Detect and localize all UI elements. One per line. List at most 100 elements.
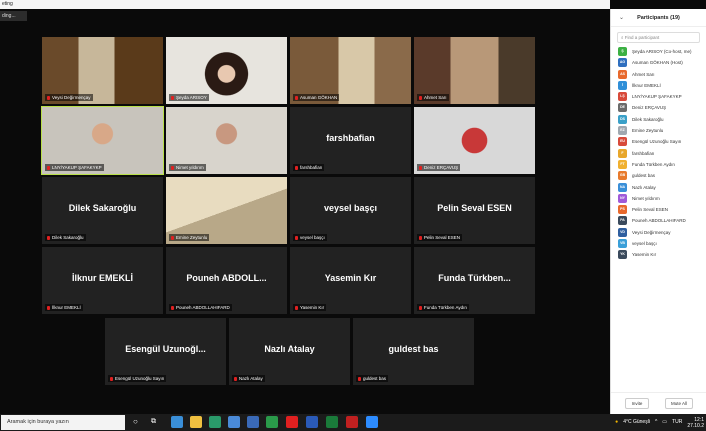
participant-label-text: Şeyda ARISOY — [176, 95, 207, 100]
participant-label-text: Nimet yıldırım — [176, 165, 204, 170]
lang-indicator[interactable]: TUR — [672, 416, 682, 429]
participant-row[interactable]: YK Yasemin Kır — [618, 249, 706, 260]
participant-display-name: Pelin Seval ESEN — [437, 203, 512, 213]
video-tile[interactable]: Pelin Seval ESEN Pelin Seval ESEN — [414, 177, 535, 244]
store-icon[interactable] — [209, 416, 221, 428]
participant-search-input[interactable]: ⌕ Find a participant — [617, 32, 700, 43]
participant-row[interactable]: DE Deniz ERÇAVUŞ — [618, 102, 706, 113]
network-icon[interactable]: ▭ — [662, 416, 667, 429]
video-tile[interactable]: farshbafian farshbafian — [290, 107, 411, 174]
participant-label-text: Yasemin Kır — [300, 305, 325, 310]
participant-row-name: veysel başçı — [632, 241, 657, 247]
chevron-up-icon[interactable]: ^ — [655, 416, 657, 429]
participant-row[interactable]: FT Funda Türkben Aydın — [618, 159, 706, 170]
participant-list: Ş Şeyda ARISOY (Co-host, me) AG Asuman GÖKH… — [611, 46, 706, 261]
participant-row[interactable]: EZ Emine Zeytunlu — [618, 125, 706, 136]
muted-mic-icon — [47, 95, 50, 100]
word-icon[interactable] — [306, 416, 318, 428]
video-tile[interactable]: İlknur EMEKLİ İlknur EMEKLİ — [42, 247, 163, 314]
video-tile[interactable]: Emine Zeytunlu — [166, 177, 287, 244]
avatar: VB — [618, 239, 627, 249]
video-tile[interactable]: Şeyda ARISOY — [166, 37, 287, 104]
acrobat-icon[interactable] — [346, 416, 358, 428]
recording-indicator[interactable]: ding... — [0, 11, 27, 21]
participant-label-text: Esengül Uzunoğlu Sayın — [115, 376, 165, 381]
task-view-icon[interactable]: ⧉ — [151, 416, 163, 428]
muted-mic-icon — [419, 165, 422, 170]
avatar: DE — [618, 103, 627, 113]
video-tile[interactable]: Asuman GÖKHAN — [290, 37, 411, 104]
participant-row[interactable]: Ffarshbafian — [618, 148, 706, 159]
video-tile[interactable]: Esengül Uzunoğl... Esengül Uzunoğlu Sayın — [105, 318, 226, 385]
video-tile[interactable]: Ahmet Sarı — [414, 37, 535, 104]
muted-mic-icon — [47, 165, 50, 170]
muted-mic-icon — [234, 376, 237, 381]
participant-row-name: Dilek Sakaroğlu — [632, 116, 664, 122]
participant-label-text: Funda Türkben Aydın — [424, 305, 467, 310]
participant-row[interactable]: NY Nimet yıldırım — [618, 193, 706, 204]
avatar: EU — [618, 137, 627, 147]
avatar: DS — [618, 114, 627, 124]
avatar: NA — [618, 182, 627, 192]
video-tile[interactable]: veysel başçı veysel başçı — [290, 177, 411, 244]
mute-all-button[interactable]: Mute All — [665, 398, 693, 409]
participant-row[interactable]: NA Nazlı Atalay — [618, 182, 706, 193]
participant-row-name: farshbafian — [632, 150, 655, 156]
avatar: YK — [618, 250, 627, 260]
edge-icon[interactable] — [171, 416, 183, 428]
participant-row[interactable]: AG Asuman GÖKHAN (Host) — [618, 57, 706, 68]
video-tile[interactable]: Funda Türkben... Funda Türkben Aydın — [414, 247, 535, 314]
muted-mic-icon — [171, 95, 174, 100]
participant-row-name: Funda Türkben Aydın — [632, 161, 675, 167]
participant-row[interactable]: LŞ LNY/YAKUP ŞAFAKYKP — [618, 91, 706, 102]
participant-name-label: İlknur EMEKLİ — [45, 304, 83, 311]
browser-icon[interactable] — [228, 416, 240, 428]
participants-panel: ⌄ Participants (19) ⌕ Find a participant… — [610, 9, 706, 414]
window-title: eting — [0, 0, 610, 9]
participant-row[interactable]: AS Ahmet Sarı — [618, 69, 706, 80]
video-tile[interactable]: Pouneh ABDOLL... Pouneh ABDOLLAHIFARD — [166, 247, 287, 314]
mail-icon[interactable] — [247, 416, 259, 428]
video-tile[interactable]: Veysi Değirmençay — [42, 37, 163, 104]
cortana-icon[interactable]: ○ — [133, 416, 145, 428]
participant-row[interactable]: VB veysel başçı — [618, 238, 706, 249]
file-explorer-icon[interactable] — [190, 416, 202, 428]
participant-row[interactable]: İ İlknur EMEKLİ — [618, 80, 706, 91]
video-tile[interactable]: Nazlı Atalay Nazlı Atalay — [229, 318, 350, 385]
participant-search-placeholder: Find a participant — [624, 35, 660, 40]
participant-row[interactable]: DS Dilek Sakaroğlu — [618, 114, 706, 125]
participant-row[interactable]: PA Pouneh ABDOLLAHIFARD — [618, 215, 706, 226]
participant-row-name: guldest bas — [632, 173, 656, 179]
video-tile[interactable]: Dilek Sakaroğlu Dilek Sakaroğlu — [42, 177, 163, 244]
excel-icon[interactable] — [326, 416, 338, 428]
video-tile[interactable]: guldest bas guldest bas — [353, 318, 474, 385]
participant-row[interactable]: GB guldest bas — [618, 170, 706, 181]
participant-row[interactable]: Ş Şeyda ARISOY (Co-host, me) — [618, 46, 706, 57]
participant-row[interactable]: PS Pelin Seval ESEN — [618, 204, 706, 215]
weather-icon[interactable]: ● — [615, 416, 618, 429]
opera-icon[interactable] — [286, 416, 298, 428]
participant-name-label: Şeyda ARISOY — [169, 94, 209, 101]
invite-button[interactable]: Invite — [625, 398, 649, 409]
muted-mic-icon — [47, 305, 50, 310]
video-tile[interactable]: Yasemin Kır Yasemin Kır — [290, 247, 411, 314]
video-tile[interactable]: Nimet yıldırım — [166, 107, 287, 174]
participant-label-text: Nazlı Atalay — [239, 376, 263, 381]
avatar: AS — [618, 69, 627, 79]
app-icon[interactable] — [266, 416, 278, 428]
clock-date[interactable]: 27.10.2 — [687, 423, 704, 429]
participant-name-label: Ahmet Sarı — [417, 94, 449, 101]
participant-row[interactable]: VD Veysi Değirmençay — [618, 227, 706, 238]
participant-name-label: Nimet yıldırım — [169, 164, 206, 171]
zoom-taskbar-icon[interactable] — [366, 416, 378, 428]
taskbar-search-box[interactable]: Aramak için buraya yazın — [1, 415, 125, 430]
participant-row[interactable]: EU Esengül Uzunoğlu Sayın — [618, 136, 706, 147]
muted-mic-icon — [295, 235, 298, 240]
video-tile[interactable]: Deniz ERÇAVUŞ — [414, 107, 535, 174]
muted-mic-icon — [295, 305, 298, 310]
participant-row-name: Yasemin Kır — [632, 252, 657, 258]
participant-display-name: İlknur EMEKLİ — [71, 273, 133, 283]
weather-text[interactable]: 4°C Güneşli — [623, 416, 650, 429]
participant-row-name: Ahmet Sarı — [632, 71, 655, 77]
video-tile[interactable]: LNY/YAKUP ŞAFAKYKP — [41, 106, 164, 175]
